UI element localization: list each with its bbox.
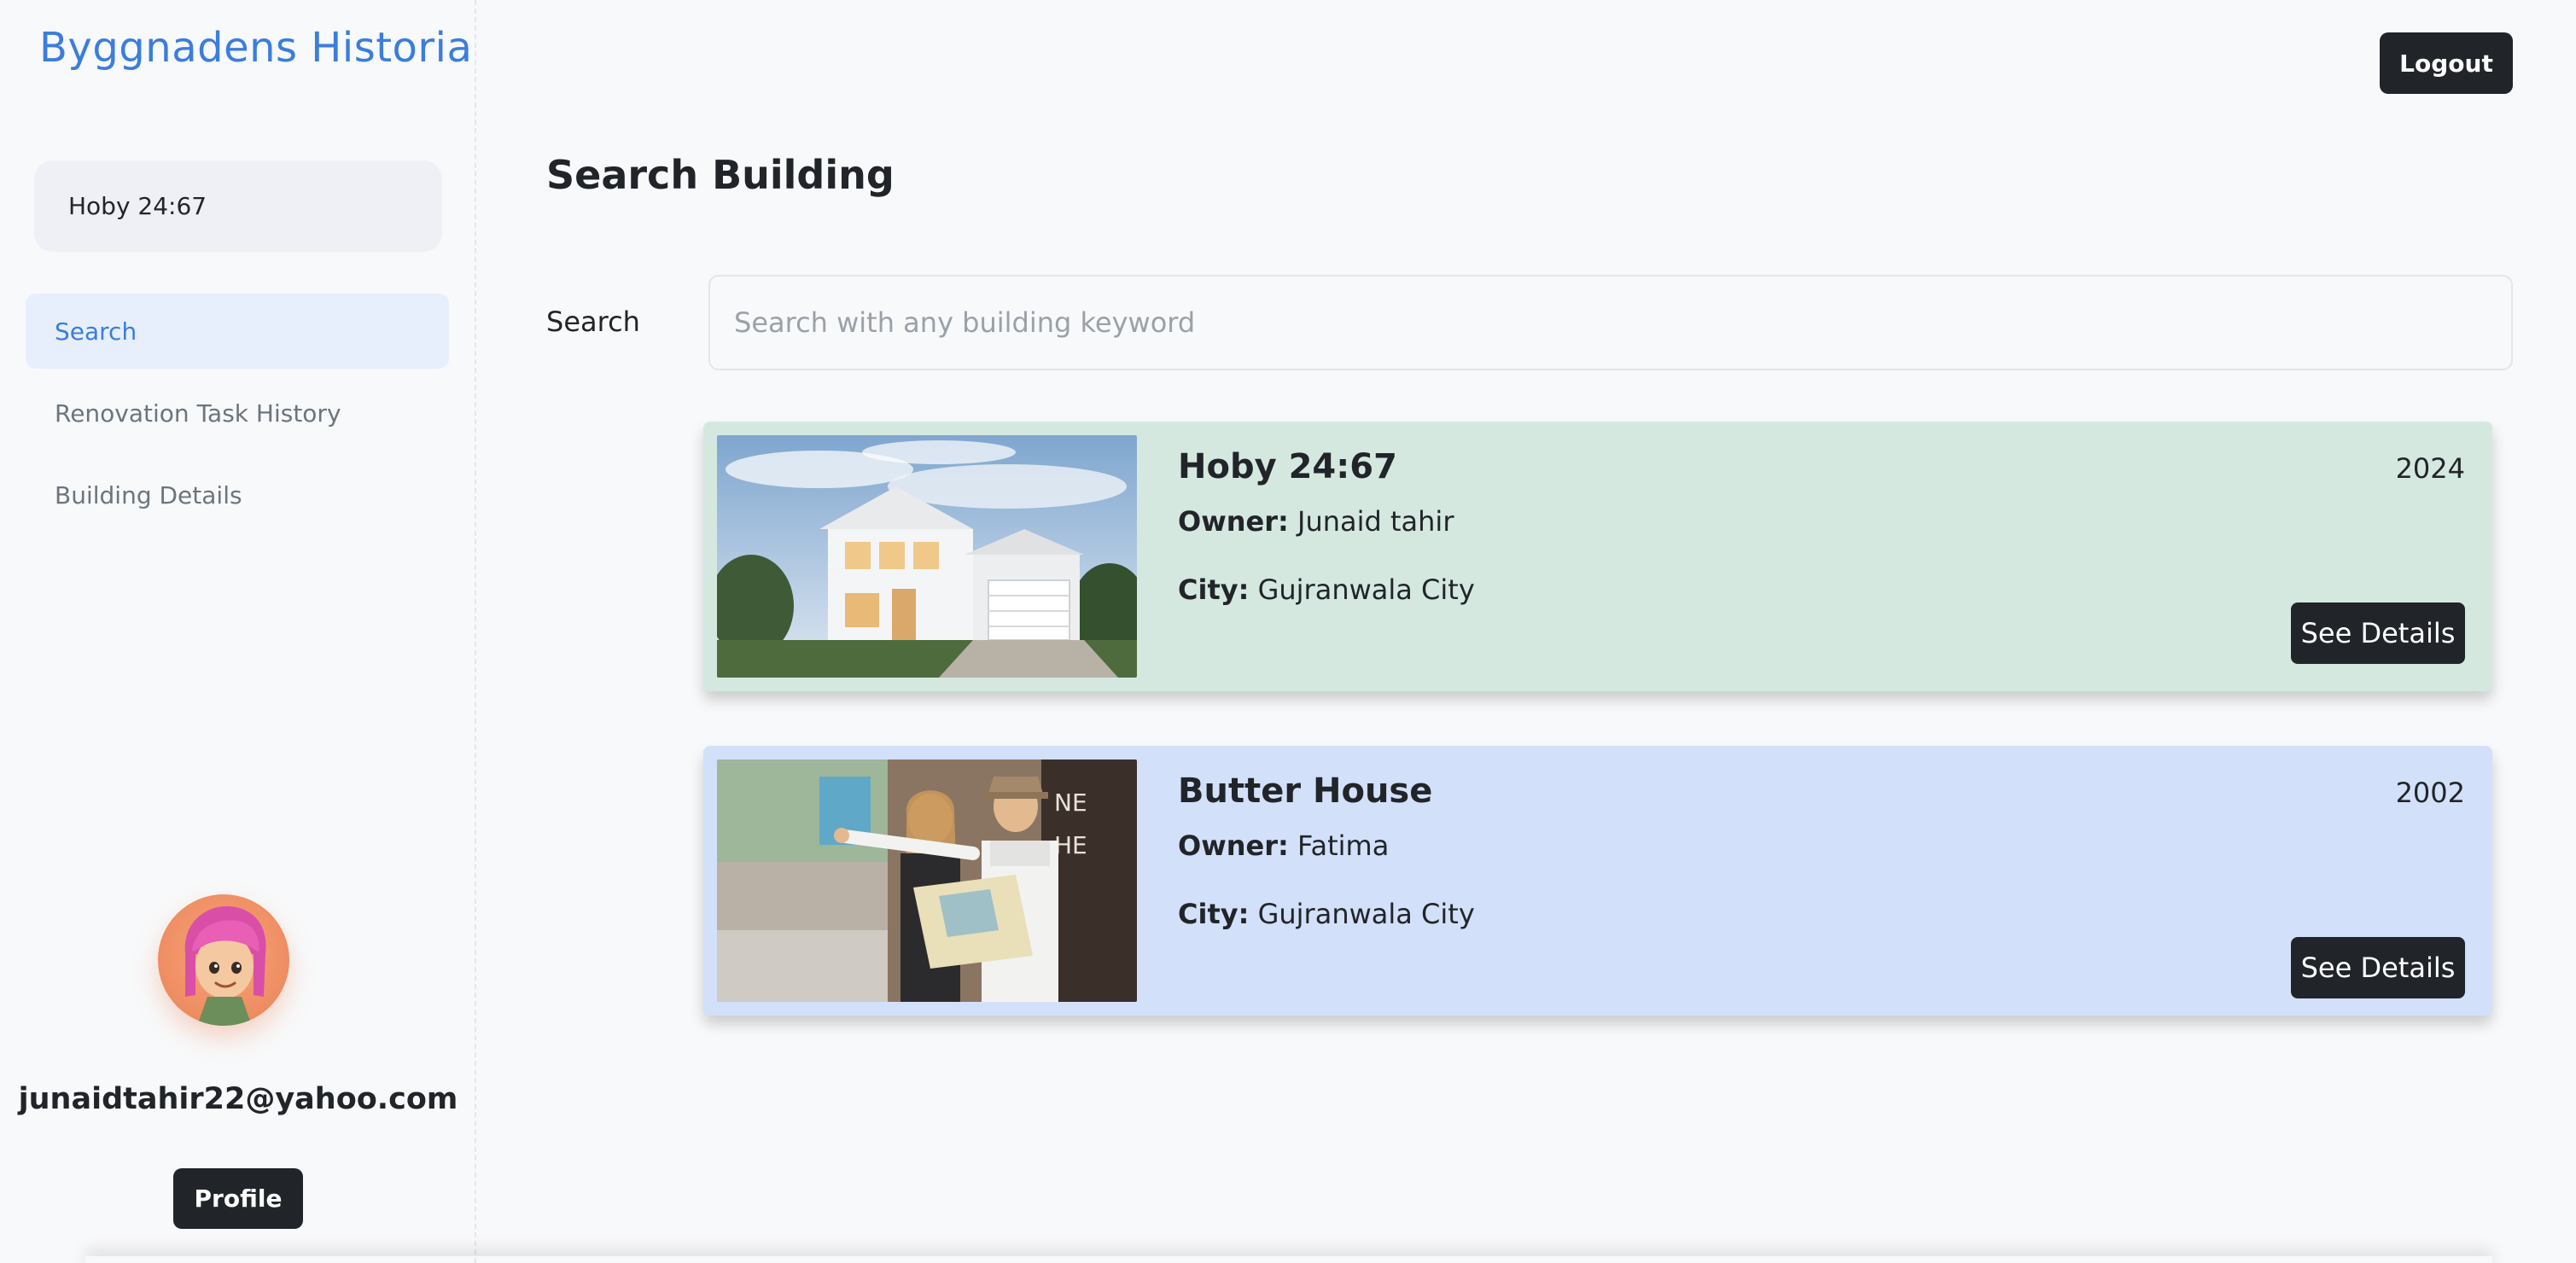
building-photo: NE HE (717, 760, 1137, 1002)
owner-label: Owner: (1178, 829, 1289, 862)
sidebar-item-building-details[interactable]: Building Details (26, 457, 449, 533)
footer-shadow-divider (85, 1256, 2492, 1263)
search-label: Search (546, 306, 640, 338)
city-value: Gujranwala City (1257, 898, 1475, 930)
city-line: City: Gujranwala City (1178, 898, 1475, 930)
sidebar: Byggnadens Historia Hoby 24:67 Search Re… (0, 0, 476, 1263)
building-name[interactable]: Butter House (1178, 771, 1432, 811)
owner-value: Fatima (1297, 829, 1390, 862)
avatar (158, 894, 289, 1026)
travelers-photo-icon: NE HE (717, 760, 1137, 1002)
house-photo-icon (717, 435, 1137, 678)
logout-button[interactable]: Logout (2380, 32, 2513, 94)
see-details-button[interactable]: See Details (2291, 602, 2465, 664)
search-input[interactable] (708, 275, 2513, 370)
building-name[interactable]: Hoby 24:67 (1178, 447, 1397, 486)
building-result-card: Hoby 24:67 2024 Owner: Junaid tahir City… (703, 422, 2492, 691)
page-title: Search Building (546, 152, 895, 198)
owner-value: Junaid tahir (1297, 505, 1454, 538)
user-email: junaidtahir22@yahoo.com (18, 1082, 458, 1116)
city-label: City: (1178, 573, 1250, 606)
building-photo (717, 435, 1137, 678)
city-value: Gujranwala City (1257, 573, 1475, 606)
profile-button[interactable]: Profile (173, 1168, 303, 1229)
see-details-button[interactable]: See Details (2291, 937, 2465, 998)
sidebar-item-label: Search (55, 317, 137, 346)
owner-label: Owner: (1178, 505, 1289, 538)
city-label: City: (1178, 898, 1250, 930)
city-line: City: Gujranwala City (1178, 573, 1475, 606)
current-building-chip[interactable]: Hoby 24:67 (34, 160, 442, 252)
building-year: 2024 (2395, 452, 2465, 485)
owner-line: Owner: Fatima (1178, 829, 1389, 862)
sidebar-item-renovation-task-history[interactable]: Renovation Task History (26, 375, 449, 451)
owner-line: Owner: Junaid tahir (1178, 505, 1454, 538)
building-result-card: NE HE Butter House 2002 Owner: Fatima Ci… (703, 746, 2492, 1016)
brand-title[interactable]: Byggnadens Historia (39, 24, 472, 72)
sidebar-item-label: Building Details (55, 480, 242, 509)
building-year: 2002 (2395, 777, 2465, 809)
sidebar-item-label: Renovation Task History (55, 399, 341, 428)
svg-text:NE: NE (1054, 789, 1087, 817)
sidebar-item-search[interactable]: Search (26, 294, 449, 369)
cartoon-avatar-icon (184, 905, 266, 1026)
app-root: Byggnadens Historia Hoby 24:67 Search Re… (0, 0, 2576, 1263)
sidebar-nav: Search Renovation Task History Building … (26, 294, 449, 539)
svg-text:HE: HE (1054, 831, 1087, 859)
current-building-label: Hoby 24:67 (68, 192, 207, 220)
